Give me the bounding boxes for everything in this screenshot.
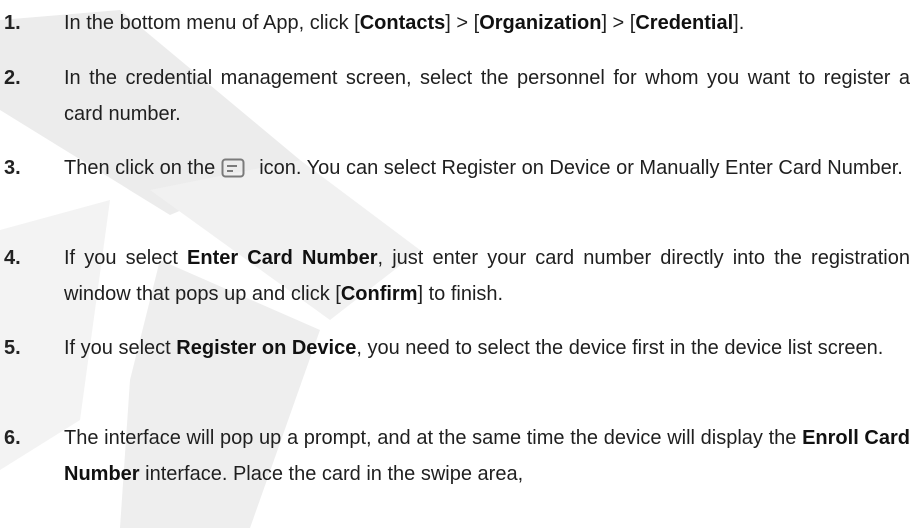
step-text: If you select Enter Card Number, just en…: [64, 240, 910, 312]
text-run: ] > [: [445, 12, 480, 34]
text-run: icon. You can select Register on Device …: [259, 157, 903, 179]
menu-credential: Credential: [635, 12, 734, 34]
step-number: 4.: [4, 247, 21, 269]
text-run: The interface will pop up a prompt, and …: [64, 427, 803, 449]
text-run: ].: [733, 12, 745, 34]
step-number: 1.: [4, 12, 21, 34]
step-text: In the bottom menu of App, click [Contac…: [64, 5, 921, 41]
step-text: Then click on the icon. You can select Re…: [64, 150, 910, 190]
menu-organization: Organization: [479, 12, 602, 34]
step-text: The interface will pop up a prompt, and …: [64, 420, 910, 492]
menu-contacts: Contacts: [359, 12, 446, 34]
text-run: If you select: [64, 337, 177, 359]
step-text: In the credential management screen, sel…: [64, 60, 910, 132]
text-run: interface. Place the card in the swipe a…: [139, 463, 524, 485]
step-number: 3.: [4, 157, 21, 179]
confirm-label: Confirm: [340, 283, 418, 305]
text-run: In the credential management screen, sel…: [64, 67, 910, 125]
step-number: 2.: [4, 67, 21, 89]
step-text: If you select Register on Device, you ne…: [64, 330, 910, 366]
text-run: ] to finish.: [417, 283, 504, 305]
text-run: If you select: [64, 247, 188, 269]
step-number: 6.: [4, 427, 21, 449]
text-run: In the bottom menu of App, click [: [64, 12, 360, 34]
text-run: , you need to select the device first in…: [356, 337, 884, 359]
option-register-on-device: Register on Device: [176, 337, 357, 359]
step-number: 5.: [4, 337, 21, 359]
text-run: ] > [: [601, 12, 636, 34]
card-icon: [221, 154, 245, 190]
text-run: Then click on the: [64, 157, 216, 179]
option-enter-card-number: Enter Card Number: [187, 247, 378, 269]
